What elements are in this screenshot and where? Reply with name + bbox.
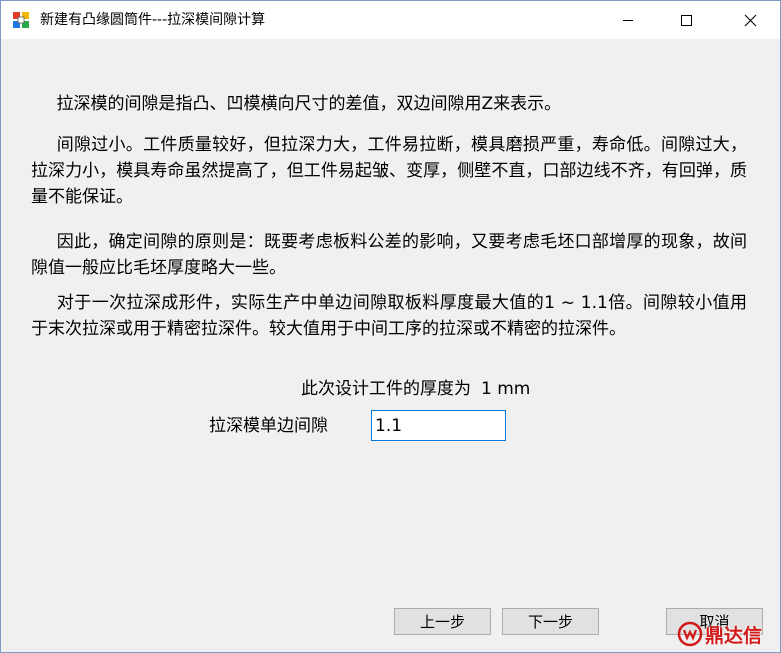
window-title: 新建有凸缘圆筒件---拉深模间隙计算 bbox=[40, 12, 266, 28]
paragraph-definition-text: 拉深模的间隙是指凸、凹模横向尺寸的差值，双边间隙用Z来表示。 bbox=[56, 94, 562, 114]
thickness-label: 此次设计工件的厚度为 bbox=[301, 379, 471, 399]
close-icon bbox=[744, 14, 756, 26]
paragraph-recommendation-text: 对于一次拉深成形件，实际生产中单边间隙取板料厚度最大值的1 ~ 1.1倍。间隙较… bbox=[31, 293, 747, 339]
watermark-logo-icon bbox=[677, 621, 703, 647]
next-button[interactable]: 下一步 bbox=[502, 608, 599, 635]
minimize-icon bbox=[623, 20, 633, 21]
paragraph-principle: 因此，确定间隙的原则是：既要考虑板料公差的影响，又要考虑毛坯口部增厚的现象，故间… bbox=[31, 229, 747, 281]
close-button[interactable] bbox=[727, 1, 773, 39]
paragraph-principle-text: 因此，确定间隙的原则是：既要考虑板料公差的影响，又要考虑毛坯口部增厚的现象，故间… bbox=[31, 232, 747, 278]
watermark-text: 鼎达信 bbox=[705, 624, 763, 647]
paragraph-clearance-effects-text: 间隙过小。工件质量较好，但拉深力大，工件易拉断，模具磨损严重，寿命低。间隙过大，… bbox=[31, 135, 747, 207]
clearance-input[interactable] bbox=[371, 410, 506, 441]
watermark: 鼎达信 bbox=[677, 619, 777, 649]
dialog-window: 新建有凸缘圆筒件---拉深模间隙计算 拉深模的间隙是指凸、凹模横向尺寸的差值，双… bbox=[0, 0, 781, 653]
thickness-unit: mm bbox=[497, 379, 531, 399]
app-icon bbox=[13, 12, 29, 28]
paragraph-clearance-effects: 间隙过小。工件质量较好，但拉深力大，工件易拉断，模具磨损严重，寿命低。间隙过大，… bbox=[31, 132, 747, 210]
thickness-value: 1 bbox=[481, 379, 492, 399]
thickness-readout: 此次设计工件的厚度为 1 mm bbox=[301, 378, 530, 400]
maximize-button[interactable] bbox=[663, 1, 709, 39]
paragraph-definition: 拉深模的间隙是指凸、凹模横向尺寸的差值，双边间隙用Z来表示。 bbox=[31, 91, 747, 117]
minimize-button[interactable] bbox=[605, 1, 651, 39]
clearance-label: 拉深模单边间隙 bbox=[209, 416, 328, 436]
paragraph-recommendation: 对于一次拉深成形件，实际生产中单边间隙取板料厚度最大值的1 ~ 1.1倍。间隙较… bbox=[31, 290, 747, 342]
previous-button[interactable]: 上一步 bbox=[394, 608, 491, 635]
maximize-icon bbox=[681, 15, 692, 26]
title-bar[interactable]: 新建有凸缘圆筒件---拉深模间隙计算 bbox=[1, 1, 780, 39]
